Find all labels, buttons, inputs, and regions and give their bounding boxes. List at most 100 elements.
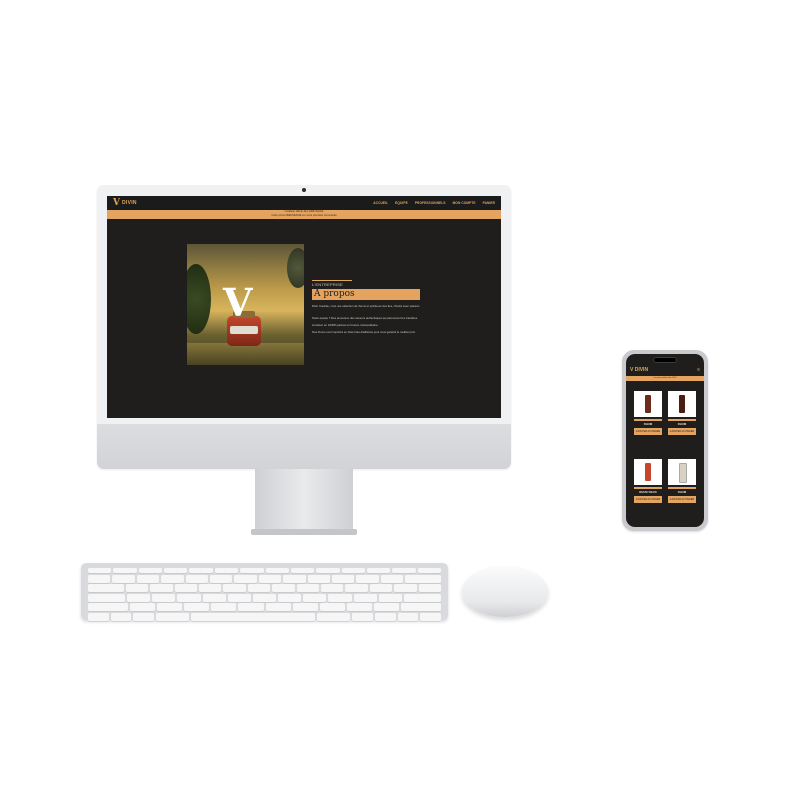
bottle-image [645, 463, 651, 481]
arrow-left-key[interactable] [374, 612, 396, 621]
key[interactable] [320, 584, 344, 592]
key[interactable] [238, 603, 264, 611]
key[interactable] [366, 568, 391, 573]
key[interactable] [199, 584, 222, 592]
key[interactable] [157, 603, 183, 611]
key[interactable] [161, 574, 184, 583]
key[interactable] [185, 574, 208, 583]
magic-mouse [462, 566, 548, 617]
menu-icon[interactable]: ≡ [697, 367, 700, 373]
key[interactable] [356, 574, 379, 583]
add-to-cart-button[interactable]: AJOUTER AU PANIER [634, 428, 662, 435]
key[interactable] [290, 568, 315, 573]
key[interactable] [346, 603, 372, 611]
key[interactable] [252, 593, 277, 602]
key[interactable] [296, 584, 319, 592]
key[interactable] [278, 593, 302, 602]
tab-key[interactable] [88, 584, 124, 592]
key[interactable] [223, 584, 246, 592]
nav-item-equipe[interactable]: EQUIPE [395, 201, 408, 205]
key[interactable] [341, 568, 365, 573]
nav-item-panier[interactable]: PANIER [483, 201, 495, 205]
return-key[interactable] [403, 593, 442, 602]
key[interactable] [392, 568, 416, 573]
product-card[interactable]: RHUM AJOUTER AU PANIER [634, 391, 662, 435]
key[interactable] [112, 574, 135, 583]
key[interactable] [209, 574, 233, 583]
key[interactable] [307, 574, 330, 583]
command-key[interactable] [317, 612, 351, 621]
command-key[interactable] [156, 612, 190, 621]
option-key[interactable] [352, 612, 373, 621]
product-thumbnail[interactable] [668, 459, 696, 485]
nav-item-accueil[interactable]: ACCUEIL [373, 201, 388, 205]
key[interactable] [331, 574, 355, 583]
key[interactable] [150, 584, 173, 592]
key[interactable] [303, 593, 327, 602]
key[interactable] [265, 568, 289, 573]
key[interactable] [113, 568, 137, 573]
key[interactable] [164, 568, 188, 573]
key[interactable] [373, 603, 399, 611]
key[interactable] [240, 568, 264, 573]
key[interactable] [265, 603, 291, 611]
option-key[interactable] [133, 612, 155, 621]
key[interactable] [174, 584, 197, 592]
key[interactable] [394, 584, 417, 592]
key[interactable] [227, 593, 251, 602]
key[interactable] [328, 593, 352, 602]
key[interactable] [272, 584, 295, 592]
key[interactable] [136, 574, 160, 583]
key[interactable] [378, 593, 402, 602]
product-card[interactable]: RHUM AJOUTER AU PANIER [668, 391, 696, 435]
key[interactable] [417, 568, 442, 573]
key[interactable] [369, 584, 393, 592]
caps-key[interactable] [88, 593, 126, 602]
key[interactable] [211, 603, 237, 611]
product-thumbnail[interactable] [634, 391, 662, 417]
add-to-cart-button[interactable]: AJOUTER AU PANIER [668, 496, 696, 503]
key[interactable] [88, 574, 111, 583]
product-card[interactable]: RHUM VIEUX AJOUTER AU PANIER [634, 459, 662, 503]
key[interactable] [88, 568, 112, 573]
key[interactable] [214, 568, 239, 573]
key[interactable] [283, 574, 306, 583]
water-decoration [187, 343, 304, 365]
shift-key[interactable] [400, 603, 442, 611]
key[interactable] [234, 574, 257, 583]
key[interactable] [345, 584, 368, 592]
key[interactable] [380, 574, 404, 583]
control-key[interactable] [110, 612, 132, 621]
delete-key[interactable] [405, 574, 441, 583]
key[interactable] [184, 603, 210, 611]
product-card[interactable]: RHUM AJOUTER AU PANIER [668, 459, 696, 503]
key[interactable] [258, 574, 282, 583]
add-to-cart-button[interactable]: AJOUTER AU PANIER [634, 496, 662, 503]
shift-key[interactable] [88, 603, 129, 611]
nav-item-professionnels[interactable]: PROFESSIONNELS [415, 201, 446, 205]
key[interactable] [292, 603, 318, 611]
mobile-logo[interactable]: V DIVIN [630, 367, 648, 373]
key[interactable] [418, 584, 441, 592]
key[interactable] [130, 603, 156, 611]
key[interactable] [177, 593, 201, 602]
key[interactable] [152, 593, 176, 602]
site-logo[interactable]: V DIVIN [113, 198, 137, 208]
key[interactable] [247, 584, 271, 592]
fn-key[interactable] [88, 612, 109, 621]
key[interactable] [138, 568, 163, 573]
key[interactable] [127, 593, 151, 602]
key[interactable] [125, 584, 149, 592]
key[interactable] [189, 568, 213, 573]
key[interactable] [319, 603, 345, 611]
arrow-up-down-key[interactable] [397, 612, 419, 621]
key[interactable] [316, 568, 340, 573]
key[interactable] [353, 593, 377, 602]
product-thumbnail[interactable] [668, 391, 696, 417]
add-to-cart-button[interactable]: AJOUTER AU PANIER [668, 428, 696, 435]
nav-item-mon-compte[interactable]: MON COMPTE [453, 201, 476, 205]
key[interactable] [202, 593, 226, 602]
product-thumbnail[interactable] [634, 459, 662, 485]
arrow-right-key[interactable] [420, 612, 441, 621]
space-bar[interactable] [191, 612, 316, 621]
